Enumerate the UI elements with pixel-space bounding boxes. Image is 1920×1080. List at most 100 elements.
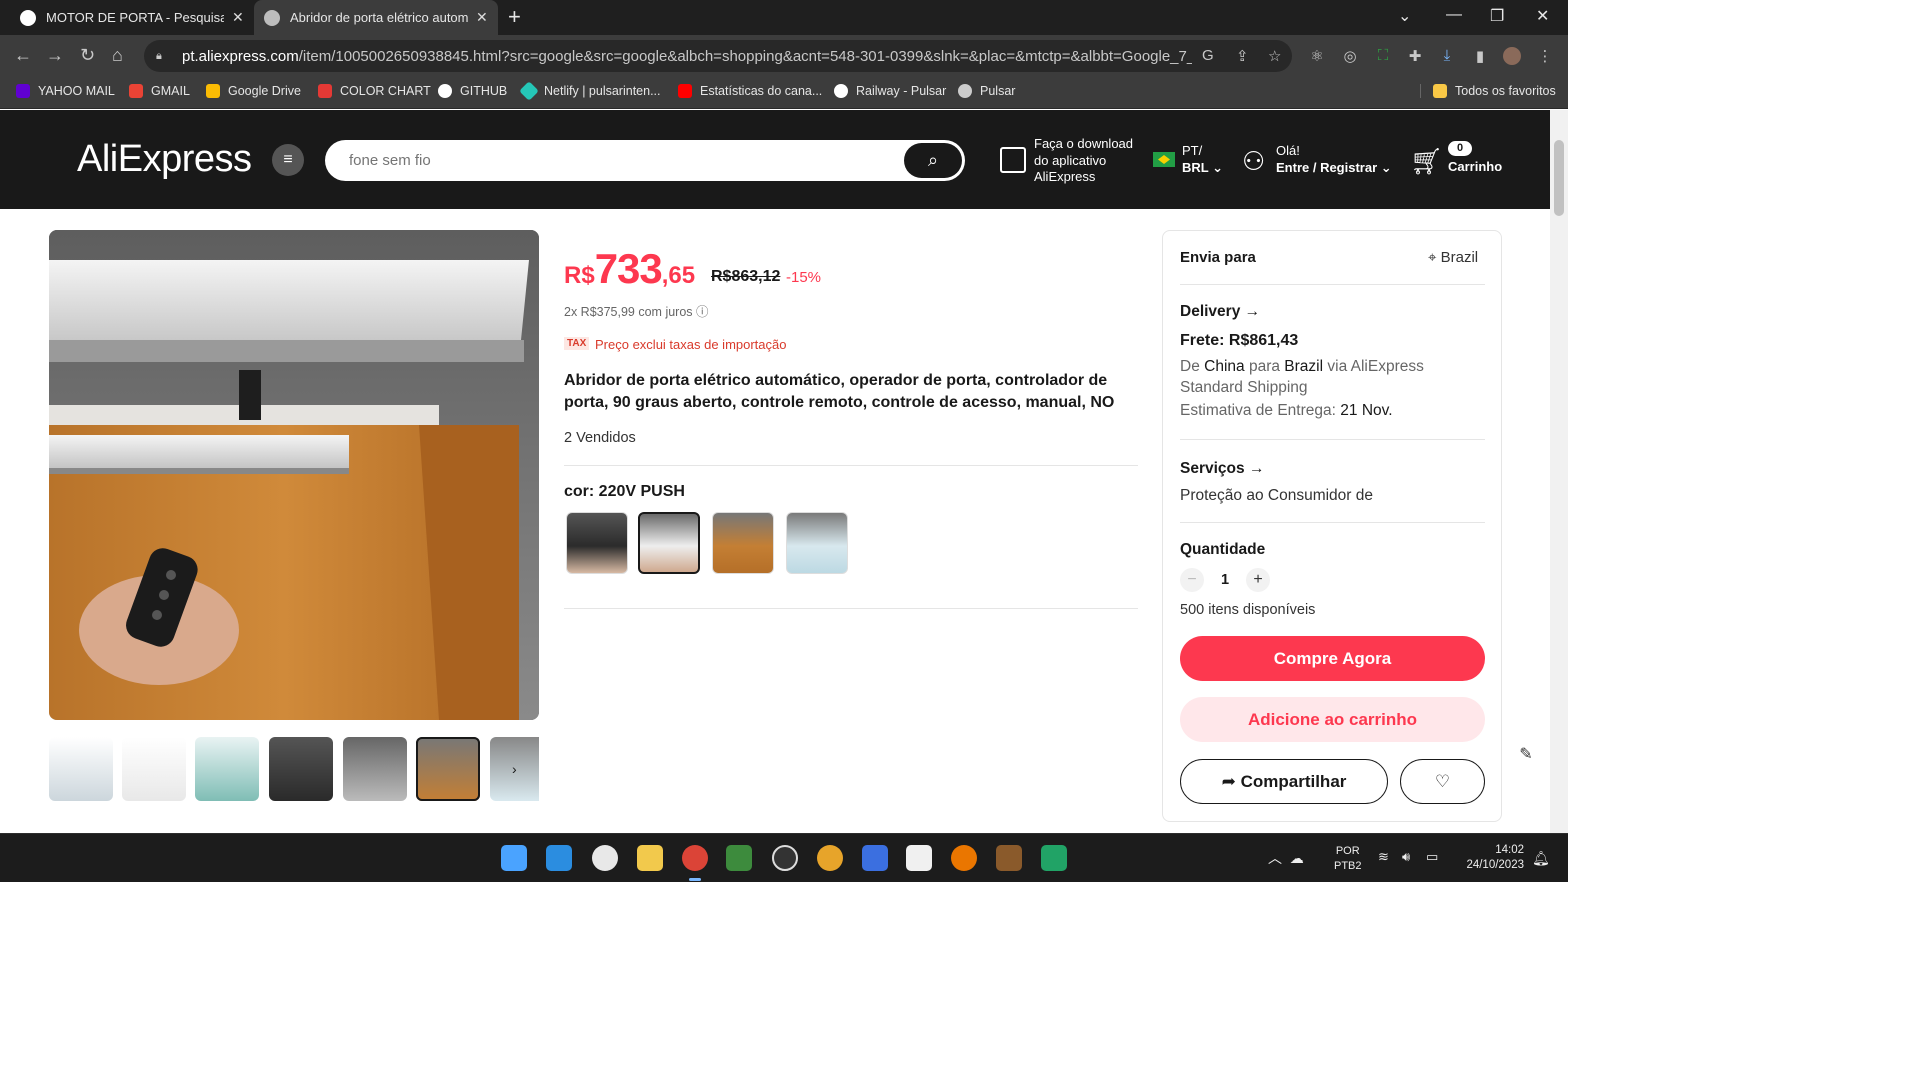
qr-code-icon[interactable] (1000, 147, 1026, 173)
app-icon[interactable] (862, 845, 888, 871)
cloud-icon[interactable]: ☁ (1290, 850, 1304, 866)
aliexpress-logo[interactable]: AliExpress (77, 138, 252, 181)
extension-target-icon[interactable]: ◎ (1341, 47, 1359, 65)
minimize-icon[interactable]: — (1446, 6, 1462, 24)
close-window-icon[interactable]: ✕ (1536, 6, 1549, 26)
bookmark-railway[interactable]: Railway - Pulsar (834, 84, 946, 98)
close-tab-icon[interactable]: ✕ (232, 9, 244, 26)
search-input[interactable] (349, 140, 909, 181)
brazil-flag-icon[interactable] (1153, 152, 1175, 167)
bookmark-netlify[interactable]: Netlify | pulsarinten... (519, 81, 661, 101)
side-panel-icon[interactable]: ▮ (1471, 47, 1489, 65)
bookmark-github[interactable]: GITHUB (438, 84, 507, 98)
thumbnail[interactable] (343, 737, 407, 801)
google-lens-icon[interactable]: G (1202, 47, 1214, 64)
thumbnail[interactable] (122, 737, 186, 801)
clock[interactable]: 14:02 24/10/2023 (1460, 843, 1524, 873)
file-explorer-icon[interactable] (637, 845, 663, 871)
search-button[interactable]: ⌕ (904, 143, 962, 178)
react-devtools-icon[interactable]: ⚛ (1308, 47, 1326, 65)
user-icon[interactable]: ⚇ (1242, 146, 1265, 177)
blender-icon[interactable] (951, 845, 977, 871)
scrollbar-thumb[interactable] (1554, 140, 1564, 216)
vscode-icon[interactable] (546, 845, 572, 871)
wishlist-button[interactable]: ♡ (1400, 759, 1485, 804)
app-icon[interactable] (996, 845, 1022, 871)
thumbnail-selected[interactable] (416, 737, 480, 801)
variant-220v-push-arm[interactable] (638, 512, 700, 574)
restore-icon[interactable]: ❐ (1490, 6, 1504, 26)
bookmark-label: GITHUB (460, 84, 508, 98)
obs-icon[interactable] (772, 845, 798, 871)
system-tray[interactable]: ︿ ☁ (1268, 848, 1304, 868)
app-icon[interactable] (817, 845, 843, 871)
quantity-value[interactable]: 1 (1221, 572, 1229, 588)
downloads-icon[interactable]: ⤓ (1438, 47, 1456, 65)
buy-now-button[interactable]: Compre Agora (1180, 636, 1485, 681)
address-bar[interactable]: 🔒︎ pt.aliexpress.com/item/10050026509388… (144, 40, 1292, 72)
add-to-cart-button[interactable]: Adicione ao carrinho (1180, 697, 1485, 742)
bookmark-color-chart[interactable]: COLOR CHART (318, 84, 431, 98)
bookmark-star-icon[interactable]: ☆ (1268, 47, 1281, 65)
volume-icon[interactable]: 🔊︎ (1402, 849, 1410, 865)
bookmark-google-drive[interactable]: Google Drive (206, 84, 301, 98)
back-icon[interactable]: ← (14, 45, 32, 66)
bookmark-gmail[interactable]: GMAIL (129, 84, 190, 98)
category-menu-icon[interactable]: ≡ (272, 144, 304, 176)
profile-avatar[interactable] (1503, 47, 1521, 65)
thumbnail[interactable] (49, 737, 113, 801)
tab-aliexpress[interactable]: Abridor de porta elétrico automático ✕ (254, 0, 498, 35)
info-icon[interactable]: ⓘ (696, 305, 709, 319)
all-bookmarks[interactable]: Todos os favoritos (1420, 84, 1556, 98)
bookmark-yahoo-mail[interactable]: YAHOO MAIL (16, 84, 115, 98)
capcut-icon[interactable] (906, 845, 932, 871)
battery-icon[interactable]: ▭ (1426, 849, 1438, 865)
thumbnail[interactable] (269, 737, 333, 801)
page-scrollbar[interactable] (1550, 110, 1568, 833)
notification-bell-icon[interactable]: 🔔︎ (1532, 850, 1550, 867)
home-icon[interactable]: ⌂ (112, 45, 123, 66)
chevron-right-icon[interactable]: › (512, 761, 517, 777)
windows-start-icon[interactable] (501, 845, 527, 871)
new-tab-button[interactable]: + (508, 4, 521, 30)
forward-icon[interactable]: → (46, 45, 64, 66)
chrome-menu-icon[interactable]: ⋮ (1536, 47, 1554, 65)
chrome-icon[interactable] (682, 845, 708, 881)
cart-label[interactable]: Carrinho (1448, 159, 1502, 174)
share-page-icon[interactable]: ⇪ (1236, 47, 1249, 65)
product-main-image[interactable] (49, 230, 539, 720)
input-language[interactable]: POR PTB2 (1334, 844, 1362, 874)
delivery-link[interactable]: Delivery → (1180, 303, 1260, 321)
tab-search-icon[interactable]: ⌄ (1398, 6, 1411, 26)
chevron-up-icon[interactable]: ︿ (1268, 850, 1282, 866)
cart-icon[interactable]: 🛒︎ (1410, 146, 1443, 177)
site-info-icon[interactable]: 🔒︎ (156, 50, 168, 62)
ship-to-country[interactable]: ⌖ Brazil (1428, 249, 1478, 266)
bookmark-youtube-stats[interactable]: Estatísticas do cana... (678, 84, 822, 98)
share-button[interactable]: ➦ Compartilhar (1180, 759, 1388, 804)
date-text: 24/10/2023 (1466, 859, 1524, 871)
app-download-link[interactable]: Faça o download do aplicativo AliExpress (1034, 136, 1144, 186)
extensions-puzzle-icon[interactable]: ✚ (1406, 47, 1424, 65)
variant-110v-push-arm[interactable] (786, 512, 848, 574)
extension-screenshot-icon[interactable]: ⛶ (1374, 47, 1392, 65)
route-text: para (1248, 358, 1280, 375)
quantity-decrease-button[interactable]: − (1180, 568, 1204, 592)
close-tab-icon[interactable]: ✕ (476, 9, 488, 26)
chevron-down-icon: ⌄ (1212, 160, 1224, 175)
variant-220v-pull-arm[interactable] (566, 512, 628, 574)
spreadsheet-icon[interactable] (1041, 845, 1067, 871)
thumbnail[interactable] (195, 737, 259, 801)
account-menu[interactable]: Olá! Entre / Registrar ⌄ (1276, 142, 1392, 176)
variant-110v-pull-arm[interactable] (712, 512, 774, 574)
quantity-increase-button[interactable]: + (1246, 568, 1270, 592)
minecraft-icon[interactable] (726, 845, 752, 871)
wifi-icon[interactable]: ≋ (1378, 849, 1389, 865)
tab-google-search[interactable]: MOTOR DE PORTA - Pesquisa Google ✕ (10, 0, 254, 35)
language-currency-selector[interactable]: PT/ BRL ⌄ (1182, 142, 1223, 176)
services-link[interactable]: Serviços → (1180, 460, 1264, 478)
bookmark-pulsar[interactable]: Pulsar (958, 84, 1015, 98)
reload-icon[interactable]: ↻ (80, 45, 95, 66)
pencil-icon[interactable]: ✎ (1512, 741, 1540, 769)
app-icon[interactable] (592, 845, 618, 871)
